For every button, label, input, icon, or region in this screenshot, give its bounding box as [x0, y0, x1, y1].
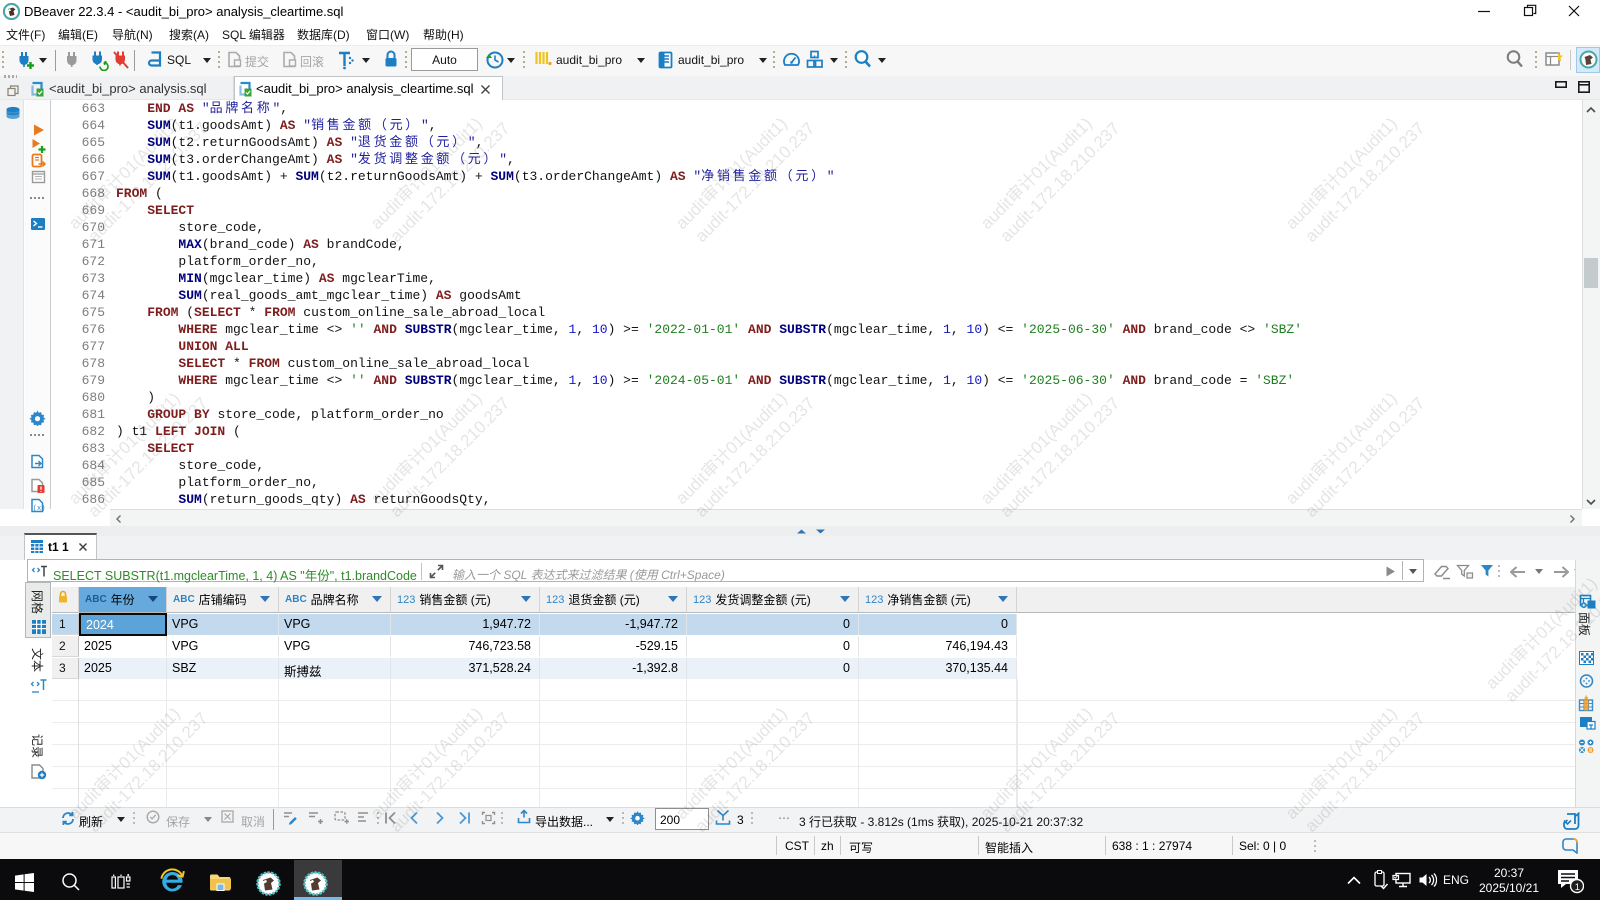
svg-text:1: 1 — [1575, 882, 1580, 893]
svg-text:(x): (x) — [33, 505, 45, 513]
